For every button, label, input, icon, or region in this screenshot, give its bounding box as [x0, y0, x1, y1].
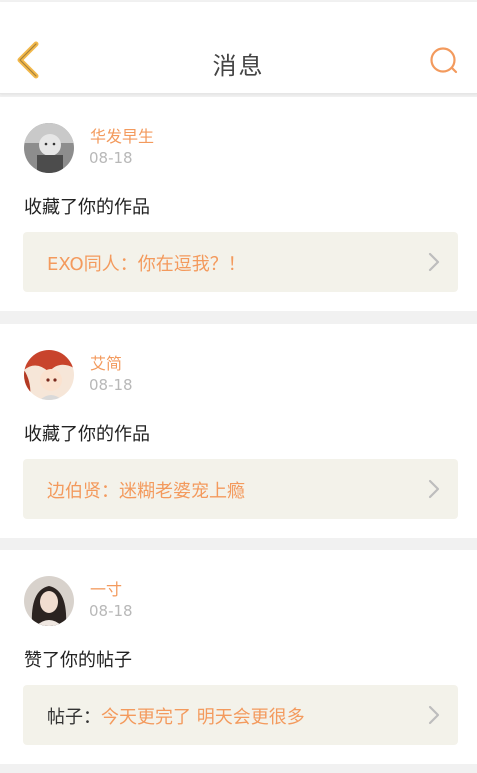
- notification-item[interactable]: 华发早生 08-18 收藏了你的作品 EXO同人：你在逗我？！: [0, 97, 477, 311]
- work-title: 边伯贤：迷糊老婆宠上瘾: [47, 477, 245, 503]
- post-title: 帖子：今天更完了 明天会更很多: [47, 703, 305, 729]
- chevron-right-icon: [428, 252, 440, 272]
- work-link[interactable]: EXO同人：你在逗我？！: [23, 232, 458, 292]
- action-text: 收藏了你的作品: [24, 197, 150, 218]
- ref-title: EXO同人：你在逗我？！: [47, 254, 246, 275]
- search-icon: [430, 47, 458, 74]
- action-text: 收藏了你的作品: [24, 424, 150, 445]
- work-title: EXO同人：你在逗我？！: [47, 250, 246, 276]
- chevron-right-icon: [428, 705, 440, 725]
- notification-item[interactable]: 艾简 08-18 收藏了你的作品 边伯贤：迷糊老婆宠上瘾: [0, 324, 477, 538]
- username[interactable]: 艾简: [90, 350, 122, 374]
- top-bar: 消息: [0, 2, 477, 94]
- avatar[interactable]: [24, 350, 74, 400]
- search-button[interactable]: [429, 46, 459, 76]
- post-link[interactable]: 帖子：今天更完了 明天会更很多: [23, 685, 458, 745]
- username[interactable]: 华发早生: [90, 123, 154, 147]
- timestamp: 08-18: [89, 149, 133, 167]
- timestamp: 08-18: [89, 376, 133, 394]
- chevron-right-icon: [428, 479, 440, 499]
- avatar[interactable]: [24, 123, 74, 173]
- work-link[interactable]: 边伯贤：迷糊老婆宠上瘾: [23, 459, 458, 519]
- username[interactable]: 一寸: [90, 576, 122, 600]
- page-title: 消息: [212, 52, 265, 80]
- ref-title: 边伯贤：迷糊老婆宠上瘾: [47, 481, 245, 502]
- avatar[interactable]: [24, 576, 74, 626]
- ref-title: 今天更完了 明天会更很多: [101, 707, 305, 728]
- notification-item[interactable]: 一寸 08-18 赞了你的帖子 帖子：今天更完了 明天会更很多: [0, 550, 477, 764]
- ref-prefix: 帖子：: [47, 707, 101, 728]
- action-text: 赞了你的帖子: [24, 650, 132, 671]
- timestamp: 08-18: [89, 602, 133, 620]
